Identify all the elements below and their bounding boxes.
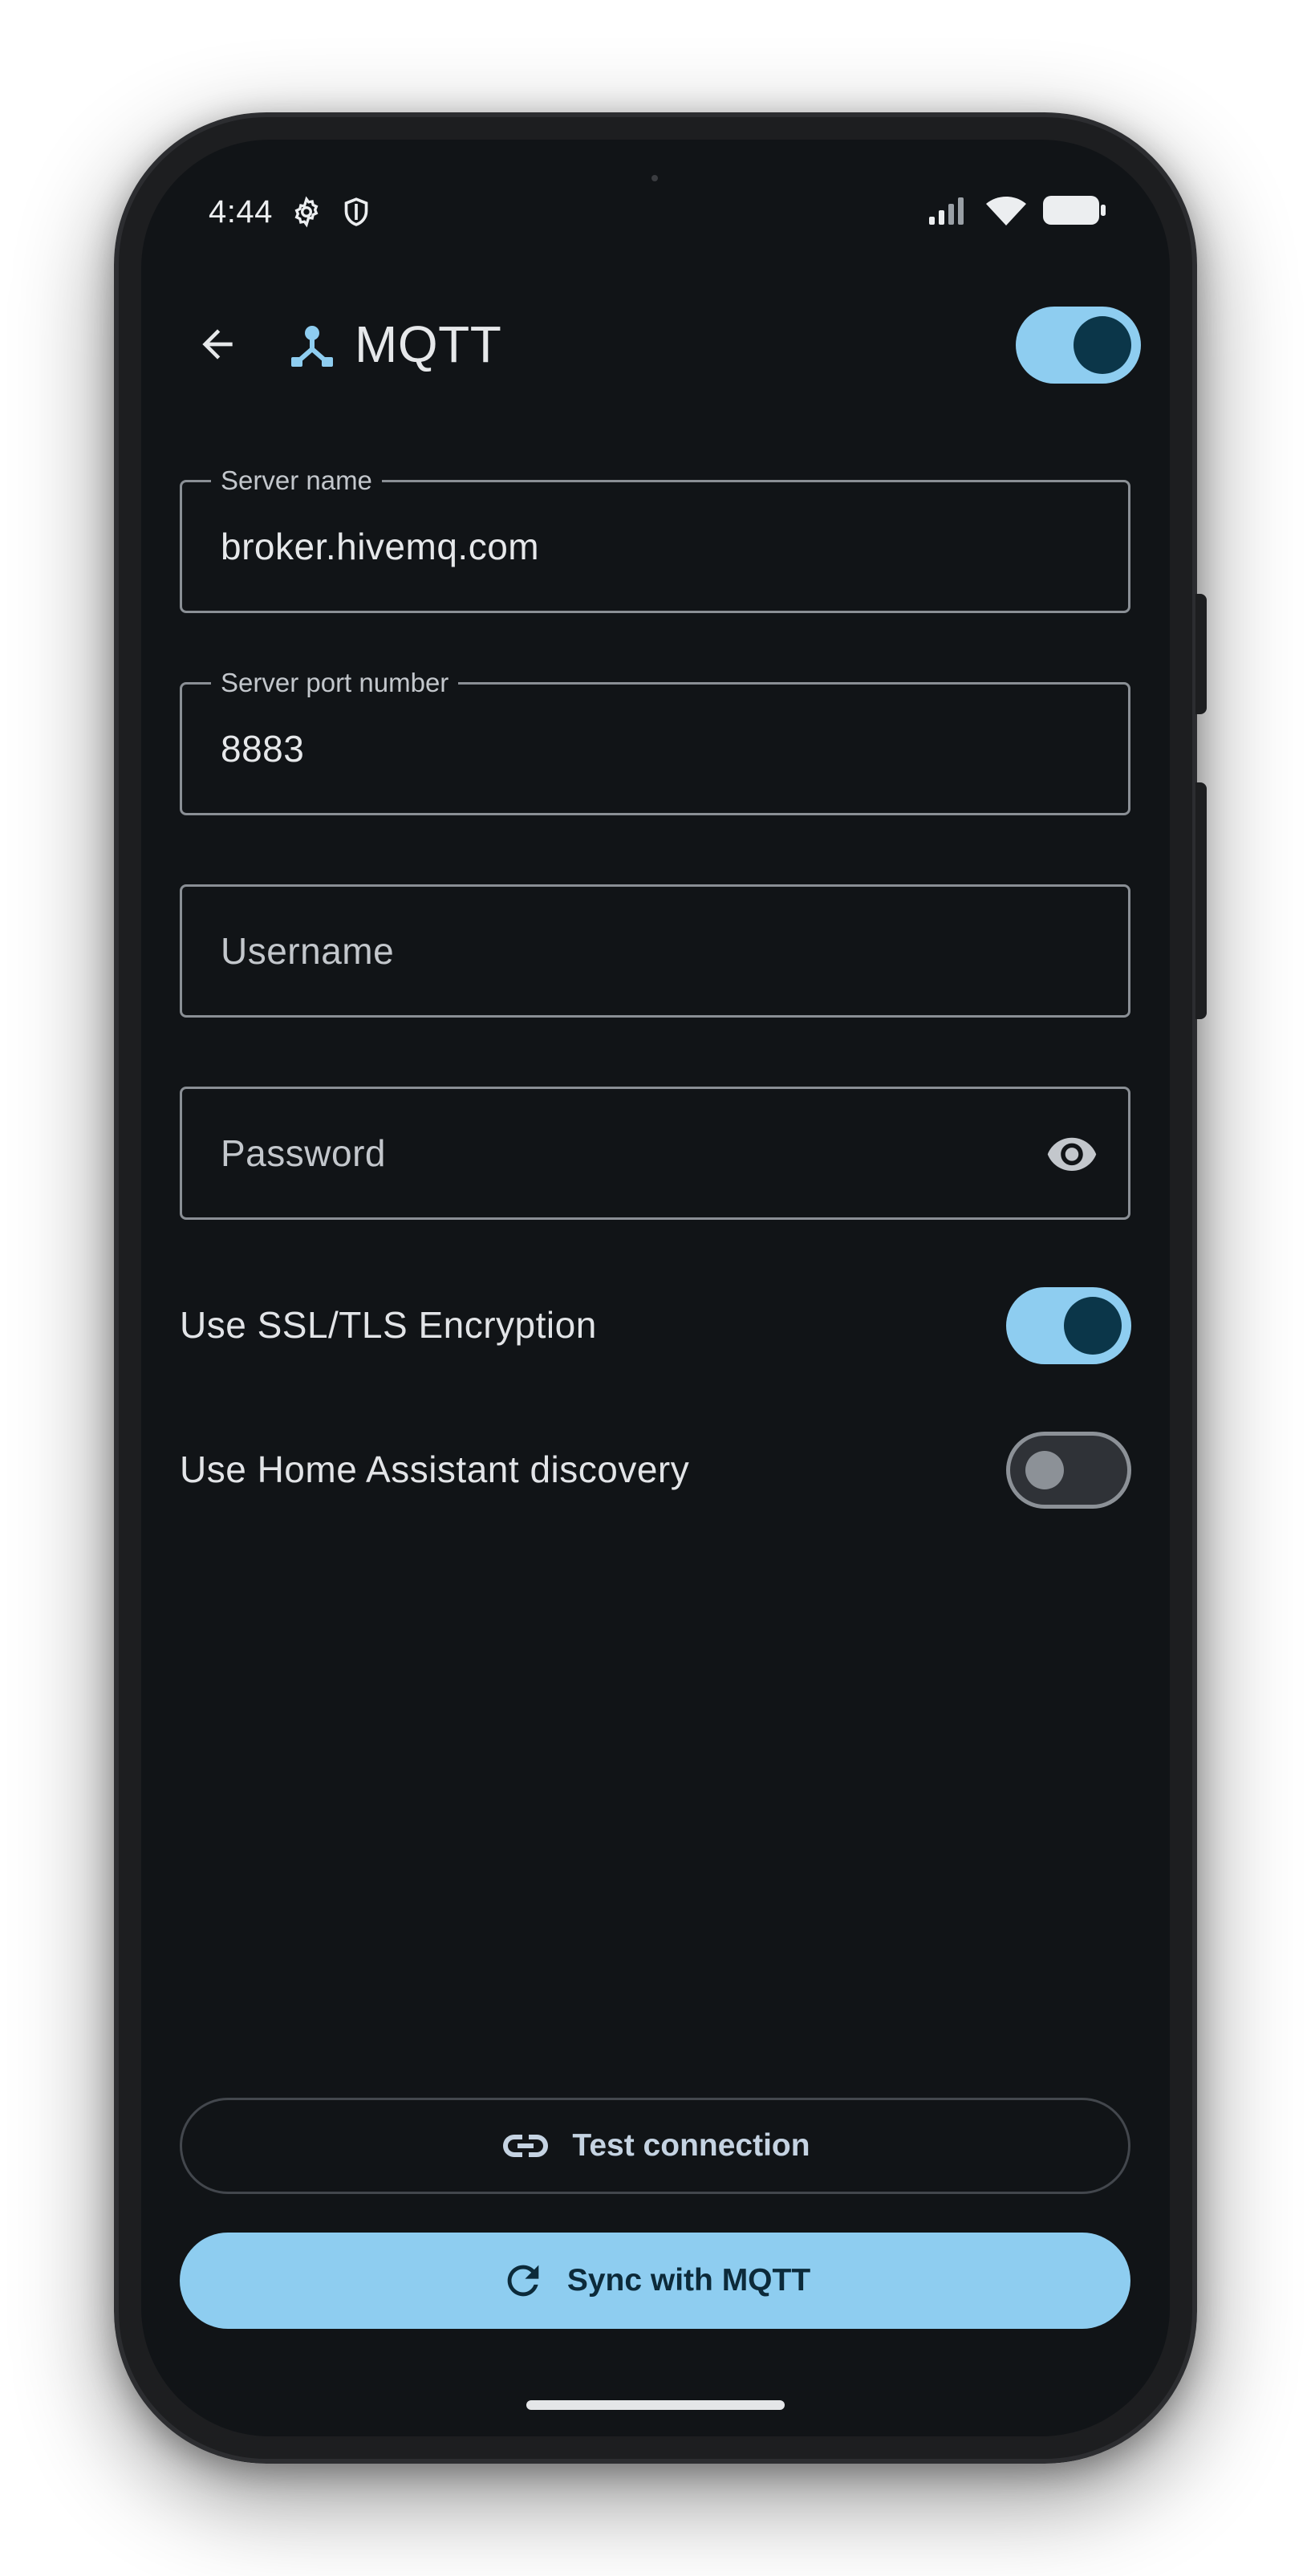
back-button[interactable] (181, 308, 254, 380)
server-port-field[interactable]: Server port number 8883 (180, 667, 1130, 815)
discovery-switch[interactable] (1006, 1432, 1131, 1509)
ssl-label: Use SSL/TLS Encryption (180, 1304, 597, 1346)
shield-icon (340, 196, 372, 228)
wifi-icon (985, 193, 1027, 231)
sync-button[interactable]: Sync with MQTT (180, 2233, 1130, 2329)
arrow-back-icon (202, 329, 233, 360)
link-icon (500, 2130, 551, 2162)
battery-icon (1041, 194, 1107, 230)
power-button (1195, 782, 1207, 1019)
discovery-label: Use Home Assistant discovery (180, 1448, 690, 1490)
password-field[interactable]: Password (180, 1087, 1130, 1220)
test-connection-label: Test connection (572, 2128, 810, 2163)
server-port-value: 8883 (221, 728, 305, 770)
username-field[interactable]: Username (180, 884, 1130, 1018)
device-mockup: 4:44 MQTT Server name broker.hivemq.com … (0, 0, 1311, 2576)
password-visibility-toggle[interactable] (1040, 1121, 1104, 1185)
status-time: 4:44 (209, 193, 273, 230)
password-placeholder: Password (221, 1132, 386, 1174)
switch-knob (1074, 316, 1131, 374)
test-connection-button[interactable]: Test connection (180, 2098, 1130, 2194)
screen: 4:44 MQTT Server name broker.hivemq.com … (141, 140, 1170, 2436)
username-placeholder: Username (221, 930, 395, 972)
app-bar: MQTT (181, 300, 1130, 388)
ssl-switch[interactable] (1006, 1287, 1131, 1364)
mqtt-broker-icon (284, 316, 340, 372)
server-name-field[interactable]: Server name broker.hivemq.com (180, 465, 1130, 613)
settings-icon (290, 196, 323, 228)
server-name-value: broker.hivemq.com (221, 526, 540, 567)
sync-label: Sync with MQTT (566, 2263, 811, 2298)
mqtt-enable-switch[interactable] (1016, 307, 1141, 384)
status-bar: 4:44 (209, 180, 1107, 244)
status-right-icons (927, 180, 1107, 244)
signal-icon (927, 194, 971, 230)
volume-button (1195, 594, 1207, 714)
eye-icon (1047, 1137, 1097, 1171)
page-title: MQTT (355, 315, 502, 373)
sync-icon (500, 2257, 546, 2304)
home-indicator[interactable] (526, 2400, 785, 2410)
switch-knob (1064, 1297, 1122, 1355)
switch-knob (1025, 1451, 1064, 1489)
